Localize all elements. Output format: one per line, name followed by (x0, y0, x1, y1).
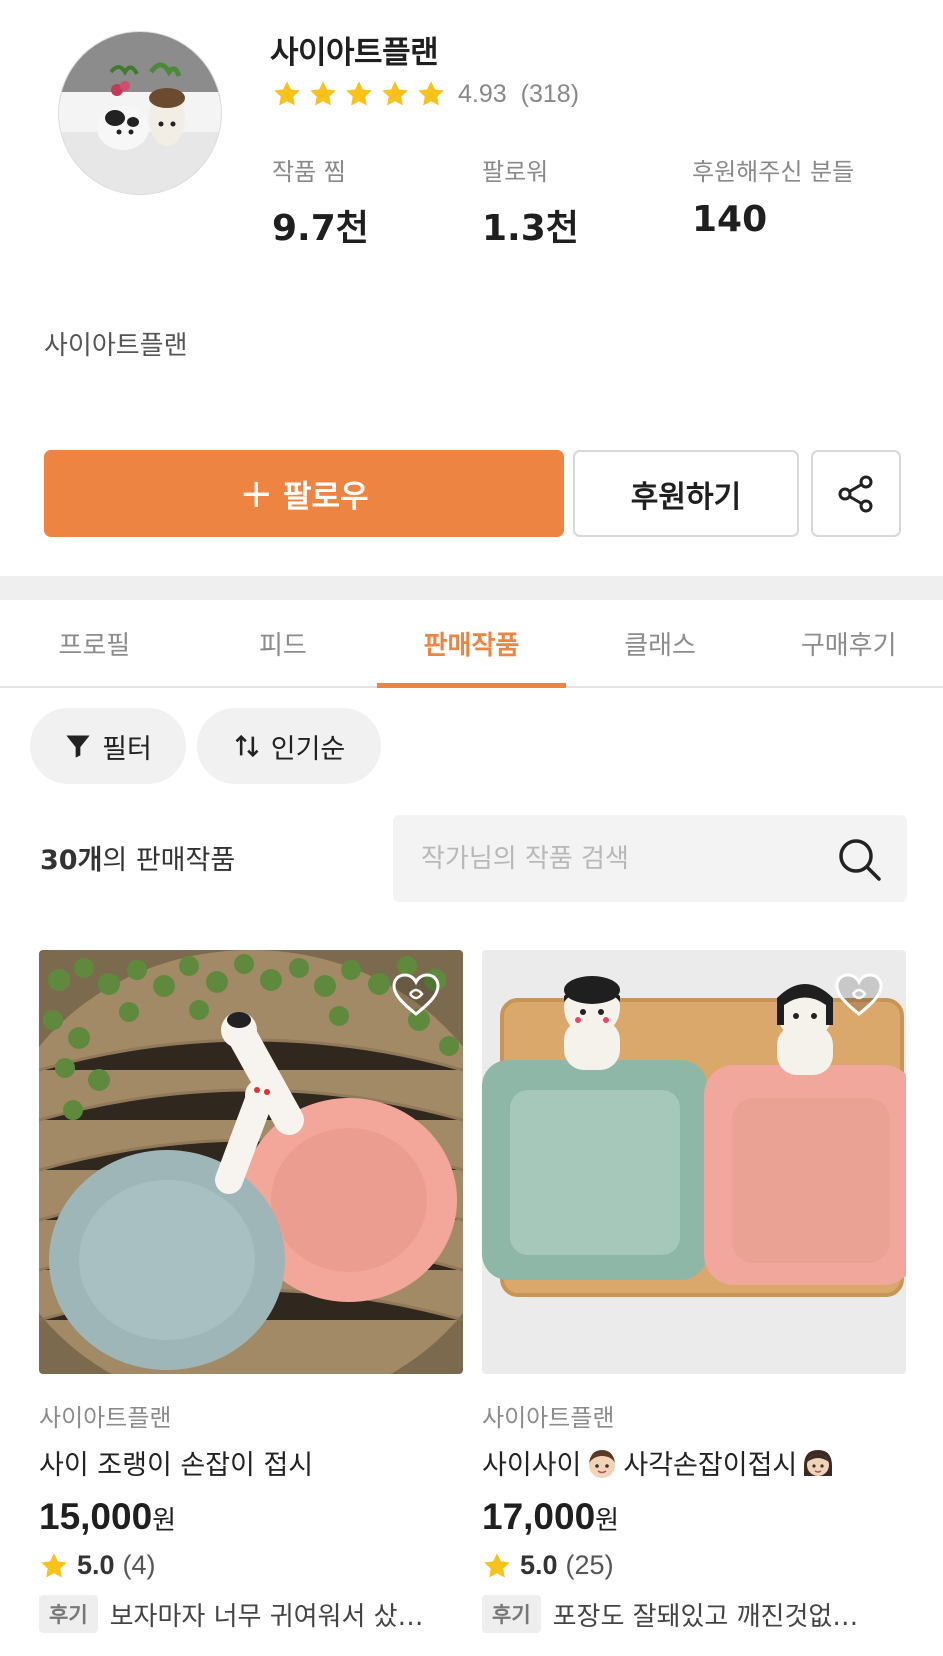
shop-name: 사이아트플랜 (270, 35, 439, 71)
sort-icon (235, 734, 259, 758)
search-input[interactable] (421, 843, 821, 874)
product-price: 17,000원 (482, 1496, 906, 1538)
stat-label: 팔로워 (482, 158, 549, 186)
rating-score: 5.0 (520, 1550, 558, 1580)
rating-stars (272, 79, 446, 109)
product-count: 30개의 판매작품 (40, 838, 235, 877)
rating-value: 4.93 (458, 79, 507, 108)
product-count-suffix: 의 판매작품 (102, 845, 236, 876)
stat-sponsors[interactable]: 후원해주신 분들 140 (692, 152, 854, 240)
stat-label: 작품 찜 (272, 158, 346, 186)
star-icon (382, 81, 408, 106)
heart-icon[interactable] (834, 972, 884, 1018)
search-box[interactable] (393, 815, 907, 902)
star-icon (41, 1552, 67, 1577)
rating-count: (318) (520, 79, 580, 108)
filter-button[interactable]: 필터 (30, 708, 186, 784)
boy-emoji-icon (589, 1449, 616, 1478)
review-text: 포장도 잘돼있고 깨진것없… (552, 1601, 859, 1632)
follow-button[interactable]: + 팔로우 (44, 450, 564, 537)
heart-icon[interactable] (391, 972, 441, 1018)
tab-feed[interactable]: 피드 (189, 600, 378, 686)
shop-rating[interactable]: 4.93 (318) (272, 74, 579, 114)
price-currency: 원 (152, 1506, 177, 1536)
rating-score: 5.0 (77, 1550, 115, 1580)
product-title-text: 사이 조랭이 손잡이 접시 (39, 1450, 314, 1481)
stat-value: 9.7천 (272, 208, 369, 249)
product-image[interactable] (482, 950, 906, 1374)
sponsor-button[interactable]: 후원하기 (573, 450, 799, 537)
tab-profile[interactable]: 프로필 (0, 600, 189, 686)
stat-value: 140 (692, 199, 768, 240)
sort-button[interactable]: 인기순 (197, 708, 381, 784)
product-count-number: 30개 (40, 845, 103, 876)
star-icon (310, 81, 336, 106)
review-preview[interactable]: 후기 포장도 잘돼있고 깨진것없… (482, 1595, 906, 1633)
search-icon[interactable] (835, 835, 883, 883)
review-badge: 후기 (482, 1595, 541, 1633)
product-title-text: 사각손잡이접시 (623, 1450, 798, 1481)
stat-label: 후원해주신 분들 (692, 158, 855, 186)
product-title[interactable]: 사이사이 사각손잡이접시 (482, 1443, 906, 1482)
shop-bio: 사이아트플랜 (44, 331, 188, 361)
review-preview[interactable]: 후기 보자마자 너무 귀여워서 샀… (39, 1595, 463, 1633)
product-image[interactable] (39, 950, 463, 1374)
review-count: (4) (122, 1550, 156, 1580)
shop-avatar[interactable] (58, 31, 222, 195)
sort-label: 인기순 (270, 733, 346, 765)
share-icon (838, 475, 873, 512)
review-text: 보자마자 너무 귀여워서 샀… (109, 1601, 424, 1632)
share-button[interactable] (811, 450, 901, 537)
stat-favorites[interactable]: 작품 찜 9.7천 (272, 152, 369, 251)
product-rating: 5.0 (4) (39, 1550, 463, 1581)
stat-followers[interactable]: 팔로워 1.3천 (482, 152, 579, 251)
product-card[interactable]: 사이아트플랜 사이 조랭이 손잡이 접시 15,000원 5.0 (4) 후기 … (39, 950, 463, 1633)
plus-icon: + (239, 470, 273, 517)
product-rating: 5.0 (25) (482, 1550, 906, 1581)
section-divider (0, 576, 943, 600)
tab-products[interactable]: 판매작품 (377, 600, 566, 688)
star-icon (418, 81, 444, 106)
tab-reviews[interactable]: 구매후기 (754, 600, 943, 686)
price-amount: 15,000 (39, 1496, 153, 1537)
avatar-photo (59, 32, 221, 194)
girl-emoji-icon (804, 1449, 833, 1476)
star-icon (346, 81, 372, 106)
price-amount: 17,000 (482, 1496, 596, 1537)
review-count: (25) (565, 1550, 614, 1580)
tab-bar: 프로필 피드 판매작품 클래스 구매후기 (0, 600, 943, 688)
price-currency: 원 (595, 1506, 620, 1536)
product-card[interactable]: 사이아트플랜 사이사이 사각손잡이접시 17,000원 5.0 (25) 후기 … (482, 950, 906, 1633)
follow-label: 팔로우 (282, 479, 369, 515)
product-shop: 사이아트플랜 (482, 1404, 615, 1432)
star-icon (274, 81, 300, 106)
product-shop: 사이아트플랜 (39, 1404, 172, 1432)
stat-value: 1.3천 (482, 208, 579, 249)
product-title-text: 사이사이 (482, 1450, 582, 1481)
filter-icon (66, 735, 90, 758)
tab-classes[interactable]: 클래스 (566, 600, 755, 686)
product-title[interactable]: 사이 조랭이 손잡이 접시 (39, 1443, 463, 1482)
filter-label: 필터 (102, 733, 152, 765)
star-icon (484, 1552, 510, 1577)
product-price: 15,000원 (39, 1496, 463, 1538)
review-badge: 후기 (39, 1595, 98, 1633)
